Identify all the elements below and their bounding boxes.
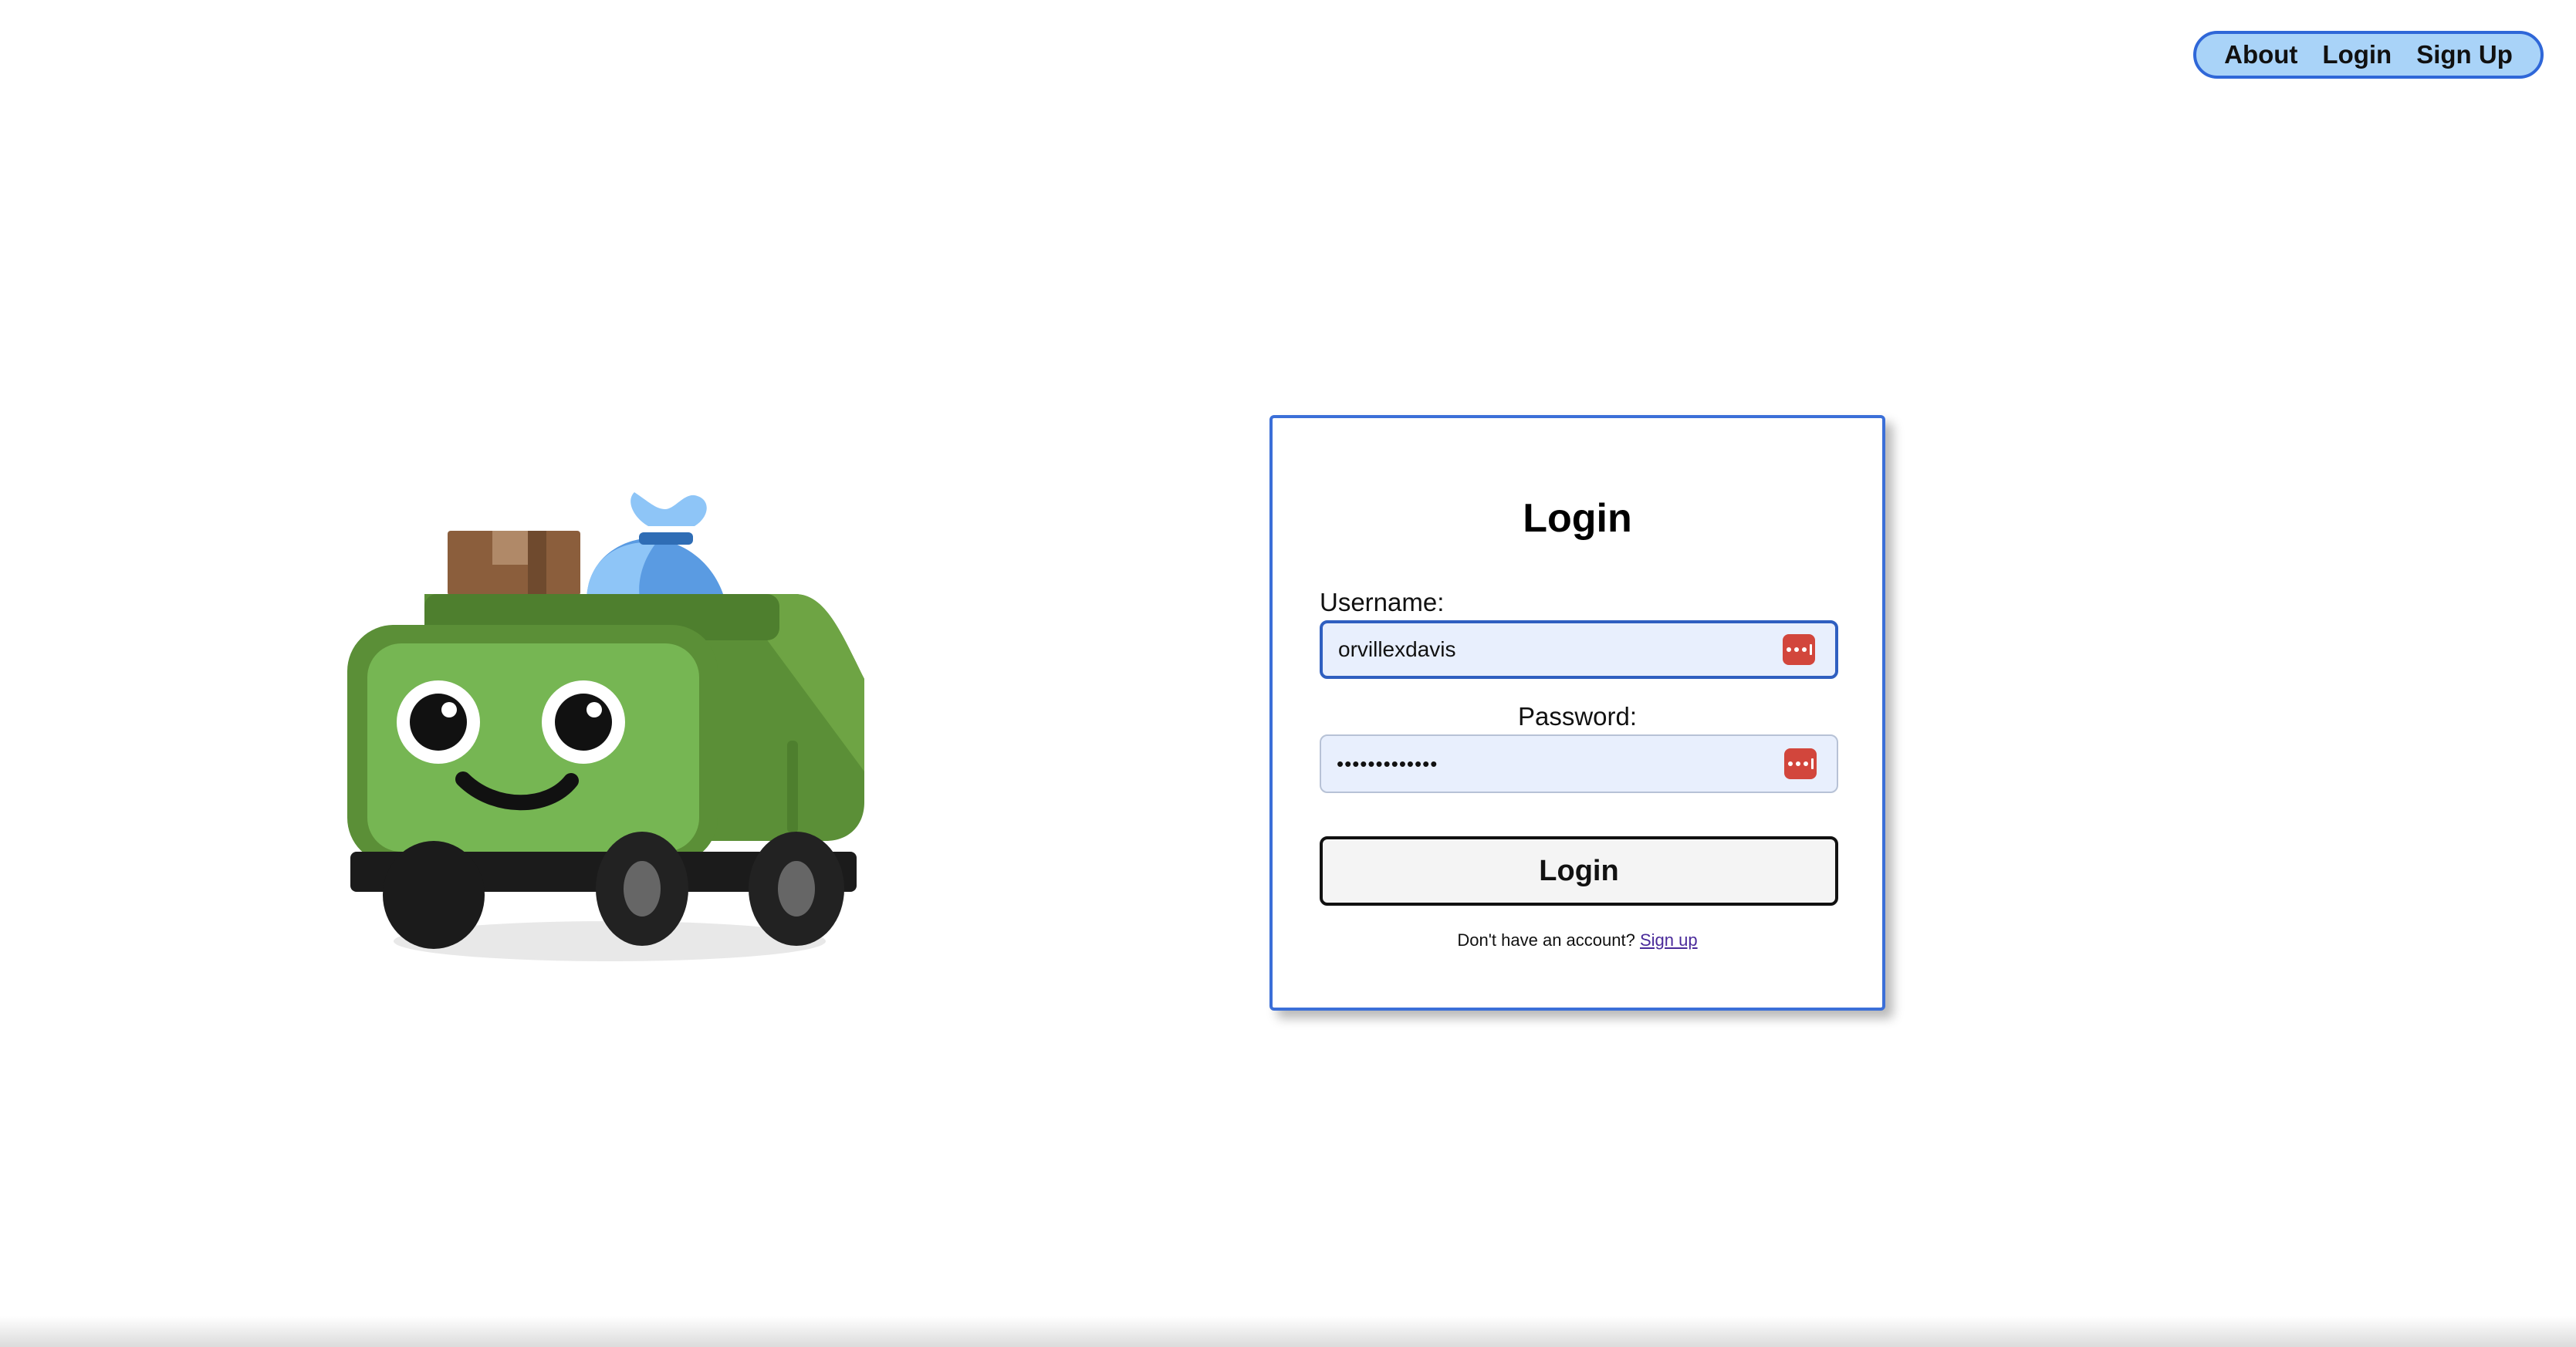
trash-bag-icon <box>587 492 725 602</box>
signup-prompt: Don't have an account? Sign up <box>1273 930 1882 950</box>
truck-cab <box>347 625 718 864</box>
login-submit-button[interactable]: Login <box>1320 836 1838 906</box>
signup-prompt-text: Don't have an account? <box>1457 930 1635 950</box>
username-field[interactable] <box>1320 620 1838 679</box>
garbage-truck-illustration <box>347 492 864 961</box>
nav-signup-link[interactable]: Sign Up <box>2416 40 2513 69</box>
nav-login-link[interactable]: Login <box>2322 40 2392 69</box>
signup-link[interactable]: Sign up <box>1640 930 1698 950</box>
login-card: Login Username: Password: Login Don't ha… <box>1269 415 1885 1011</box>
password-manager-icon[interactable] <box>1783 634 1815 665</box>
password-label: Password: <box>1517 702 1638 731</box>
page: About Login Sign Up Login Username: orvi… <box>0 0 2576 1347</box>
bottom-edge-shadow <box>0 1316 2576 1347</box>
top-nav: About Login Sign Up <box>2193 31 2544 79</box>
nav-about-link[interactable]: About <box>2224 40 2297 69</box>
password-field[interactable] <box>1320 734 1838 793</box>
password-input[interactable] <box>1337 751 1769 776</box>
cardboard-box-icon <box>448 531 580 596</box>
password-manager-icon[interactable] <box>1784 748 1817 779</box>
username-input[interactable] <box>1338 637 1770 662</box>
login-title: Login <box>1523 496 1632 541</box>
truck-wheels <box>383 832 844 949</box>
username-label: Username: <box>1320 588 1445 616</box>
